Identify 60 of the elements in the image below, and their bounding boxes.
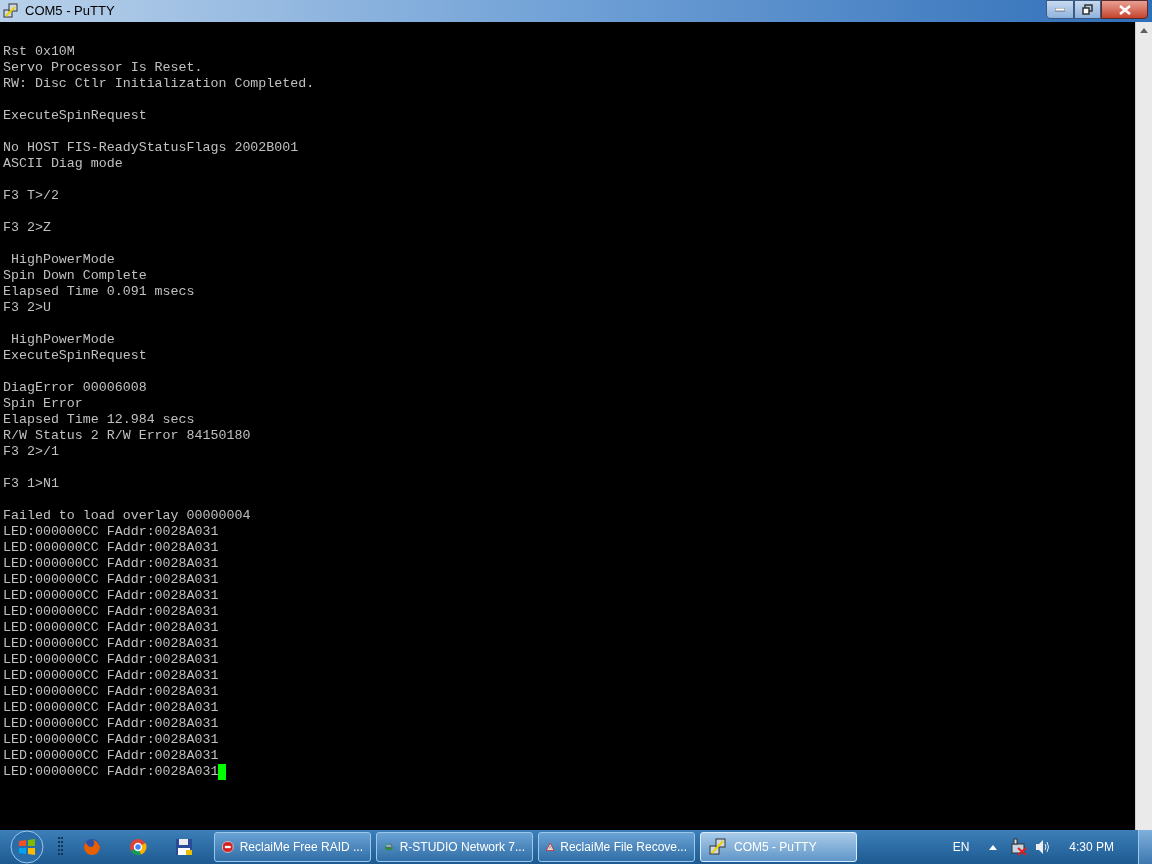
minimize-icon xyxy=(1055,7,1065,12)
terminal-line: LED:000000CC FAddr:0028A031 xyxy=(3,556,219,572)
terminal-line: LED:000000CC FAddr:0028A031 xyxy=(3,620,219,636)
close-button[interactable] xyxy=(1101,0,1148,19)
terminal-line: RW: Disc Ctlr Initialization Completed. xyxy=(3,76,315,92)
terminal-line: HighPowerMode xyxy=(9,332,115,348)
terminal-line: F3 1>N1 xyxy=(3,476,59,492)
clock[interactable]: 4:30 PM xyxy=(1069,838,1114,856)
chrome-icon[interactable] xyxy=(128,837,148,857)
terminal-line: F3 2>Z xyxy=(3,220,51,236)
maximize-button[interactable] xyxy=(1074,0,1101,19)
terminal-line: LED:000000CC FAddr:0028A031 xyxy=(3,636,219,652)
terminal-line: ASCII Diag mode xyxy=(3,156,123,172)
terminal-line: LED:000000CC FAddr:0028A031 xyxy=(3,764,219,780)
terminal-line: ExecuteSpinRequest xyxy=(3,108,147,124)
terminal-line: LED:000000CC FAddr:0028A031 xyxy=(3,716,219,732)
terminal-line: Elapsed Time 12.984 secs xyxy=(3,412,195,428)
terminal-line: LED:000000CC FAddr:0028A031 xyxy=(3,588,219,604)
taskbar-button[interactable]: R-STUDIO Network 7... xyxy=(376,832,533,862)
terminal-line: LED:000000CC FAddr:0028A031 xyxy=(3,540,219,556)
restore-icon xyxy=(1082,4,1093,15)
putty-icon xyxy=(3,3,19,19)
terminal-line: F3 2>/1 xyxy=(3,444,59,460)
terminal-line: F3 2>U xyxy=(3,300,51,316)
terminal-line: R/W Status 2 R/W Error 84150180 xyxy=(3,428,251,444)
taskbar-button[interactable]: COM5 - PuTTY xyxy=(700,832,857,862)
terminal-line: LED:000000CC FAddr:0028A031 xyxy=(3,668,219,684)
terminal-line: LED:000000CC FAddr:0028A031 xyxy=(3,652,219,668)
minimize-button[interactable] xyxy=(1046,0,1074,19)
terminal-line: LED:000000CC FAddr:0028A031 xyxy=(3,748,219,764)
close-icon xyxy=(1118,4,1131,15)
terminal-line: Rst 0x10M xyxy=(3,44,75,60)
show-desktop-button[interactable] xyxy=(1138,830,1152,864)
start-button[interactable] xyxy=(8,830,46,864)
show-hidden-icons-icon[interactable] xyxy=(989,844,998,850)
terminal-line: HighPowerMode xyxy=(9,252,115,268)
scroll-up-icon[interactable] xyxy=(1140,28,1148,33)
terminal-line: DiagError 00006008 xyxy=(3,380,147,396)
terminal-line: LED:000000CC FAddr:0028A031 xyxy=(3,700,219,716)
terminal-line: LED:000000CC FAddr:0028A031 xyxy=(3,684,219,700)
volume-icon[interactable] xyxy=(1035,839,1052,855)
taskbar-button[interactable]: ReclaiMe Free RAID ... xyxy=(214,832,371,862)
terminal-line: F3 T>/2 xyxy=(3,188,59,204)
terminal-line: LED:000000CC FAddr:0028A031 xyxy=(3,732,219,748)
terminal-line: Elapsed Time 0.091 msecs xyxy=(3,284,195,300)
putty-icon xyxy=(708,837,728,857)
terminal-line: ExecuteSpinRequest xyxy=(3,348,147,364)
network-error-icon[interactable] xyxy=(1009,838,1028,856)
terminal-line: LED:000000CC FAddr:0028A031 xyxy=(3,572,219,588)
terminal-line: Spin Down Complete xyxy=(3,268,147,284)
terminal-line: Failed to load overlay 00000004 xyxy=(3,508,251,524)
grip-icon xyxy=(58,837,64,857)
language-indicator[interactable]: EN xyxy=(952,838,970,856)
terminal-line: Servo Processor Is Reset. xyxy=(3,60,203,76)
terminal-line: No HOST FIS-ReadyStatusFlags 2002B001 xyxy=(3,140,299,156)
terminal-line: LED:000000CC FAddr:0028A031 xyxy=(3,604,219,620)
taskbar-button[interactable]: ReclaiMe File Recove... xyxy=(538,832,695,862)
window-title: COM5 - PuTTY xyxy=(25,2,115,21)
terminal-line: Spin Error xyxy=(3,396,83,412)
terminal-line: LED:000000CC FAddr:0028A031 xyxy=(3,524,219,540)
